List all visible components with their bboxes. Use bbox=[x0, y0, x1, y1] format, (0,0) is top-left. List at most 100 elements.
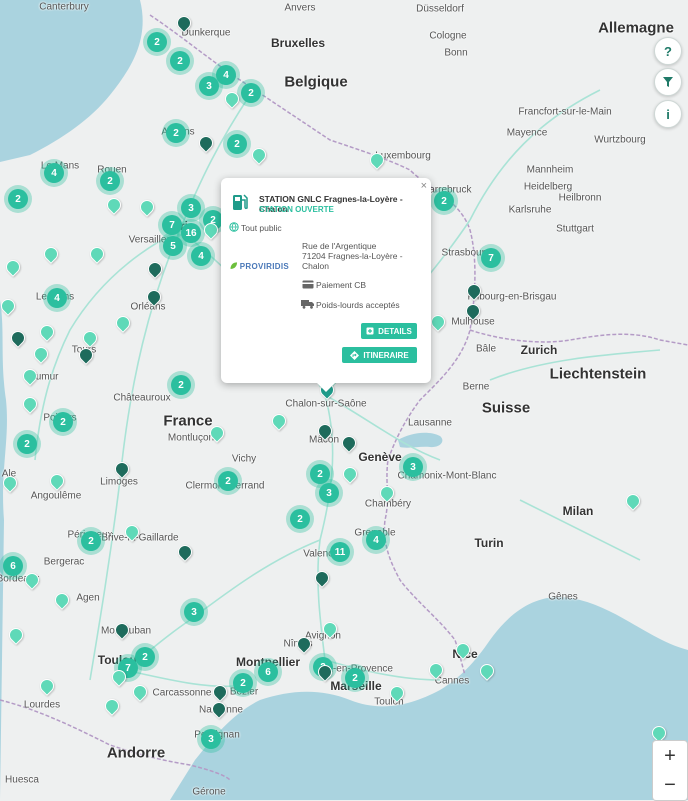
station-cluster[interactable]: 2 bbox=[345, 668, 365, 688]
station-cluster[interactable]: 7 bbox=[162, 215, 182, 235]
place-label: Angoulême bbox=[30, 490, 82, 502]
station-cluster[interactable]: 2 bbox=[170, 51, 190, 71]
place-label: Bergerac bbox=[43, 556, 85, 568]
station-status: STATION OUVERTE bbox=[259, 205, 334, 214]
globe-icon bbox=[229, 222, 239, 232]
filter-icon bbox=[663, 77, 673, 87]
proviridis-logo: PROVIRIDIS bbox=[229, 259, 289, 273]
place-label: Karlsruhe bbox=[508, 204, 552, 216]
station-cluster[interactable]: 2 bbox=[53, 412, 73, 432]
address-line: Rue de l'Argentique bbox=[302, 241, 377, 251]
place-label: Allemagne bbox=[598, 19, 674, 37]
place-label: Brive-la-Gaillarde bbox=[101, 532, 179, 544]
place-label: Mayence bbox=[506, 127, 548, 139]
filter-button[interactable] bbox=[654, 68, 682, 96]
station-cluster[interactable]: 2 bbox=[135, 647, 155, 667]
details-button[interactable]: DETAILS bbox=[361, 323, 417, 339]
station-cluster[interactable]: 3 bbox=[199, 76, 219, 96]
station-cluster[interactable]: 3 bbox=[319, 483, 339, 503]
border-line-swiss bbox=[469, 329, 688, 346]
station-cluster[interactable]: 4 bbox=[47, 288, 67, 308]
place-label: Cannes bbox=[434, 675, 470, 687]
station-cluster[interactable]: 2 bbox=[310, 464, 330, 484]
credit-card-icon bbox=[302, 280, 314, 289]
place-label: Vichy bbox=[231, 453, 257, 465]
place-label: Turin bbox=[474, 536, 504, 550]
address-line: 71204 Fragnes-la-Loyère - bbox=[302, 251, 403, 261]
place-label: Mannheim bbox=[526, 164, 574, 176]
station-cluster[interactable]: 2 bbox=[227, 134, 247, 154]
place-label: Berne bbox=[462, 381, 490, 393]
itinerary-button[interactable]: ITINERAIRE bbox=[342, 347, 417, 363]
place-label: Belgique bbox=[284, 73, 348, 91]
place-label: Agen bbox=[76, 592, 100, 604]
place-label: Châteauroux bbox=[113, 392, 171, 404]
place-label: Francfort-sur-le-Main bbox=[518, 106, 612, 118]
station-cluster[interactable]: 2 bbox=[81, 531, 101, 551]
place-label: Düsseldorf bbox=[416, 3, 464, 15]
place-label: Bruxelles bbox=[270, 36, 326, 50]
access-label: Tout public bbox=[241, 223, 282, 233]
station-cluster[interactable]: 6 bbox=[3, 556, 23, 576]
station-cluster[interactable]: 4 bbox=[44, 163, 64, 183]
station-popup: × STATION GNLC Fragnes-la-Loyère - Chalo… bbox=[221, 178, 431, 392]
place-label: Heilbronn bbox=[558, 192, 602, 204]
station-cluster[interactable]: 7 bbox=[481, 248, 501, 268]
leaf-icon bbox=[230, 262, 238, 269]
station-cluster[interactable]: 4 bbox=[191, 246, 211, 266]
place-label: Heidelberg bbox=[523, 181, 573, 193]
station-cluster[interactable]: 3 bbox=[403, 457, 423, 477]
station-cluster[interactable]: 2 bbox=[17, 434, 37, 454]
station-cluster[interactable]: 16 bbox=[181, 223, 201, 243]
place-label: Lourdes bbox=[23, 699, 61, 711]
address-line: Chalon bbox=[302, 261, 329, 271]
station-cluster[interactable]: 2 bbox=[100, 171, 120, 191]
mediterranean-water bbox=[170, 596, 688, 800]
lake-geneva bbox=[398, 432, 443, 448]
place-label: Gênes bbox=[548, 591, 578, 603]
station-cluster[interactable]: 2 bbox=[241, 83, 261, 103]
station-cluster[interactable]: 3 bbox=[201, 729, 221, 749]
station-cluster[interactable]: 2 bbox=[218, 471, 238, 491]
vehicles-label: Poids-lourds acceptés bbox=[316, 300, 400, 310]
station-cluster[interactable]: 2 bbox=[233, 673, 253, 693]
station-cluster[interactable]: 2 bbox=[434, 191, 454, 211]
station-address: Rue de l'Argentique 71204 Fragnes-la-Loy… bbox=[302, 241, 403, 271]
place-label: Chalon-sur-Saône bbox=[285, 398, 367, 410]
place-label: Suisse bbox=[481, 399, 531, 417]
station-cluster[interactable]: 2 bbox=[166, 123, 186, 143]
place-label: Dunkerque bbox=[181, 27, 231, 39]
station-cluster[interactable]: 6 bbox=[258, 662, 278, 682]
place-label: Carcassonne bbox=[152, 687, 212, 699]
place-label: Lausanne bbox=[408, 417, 452, 429]
place-label: Zurich bbox=[520, 343, 558, 357]
station-cluster[interactable]: 2 bbox=[147, 32, 167, 52]
truck-icon bbox=[301, 300, 314, 309]
zoom-out-button[interactable]: − bbox=[652, 770, 688, 801]
help-button[interactable]: ? bbox=[654, 37, 682, 65]
station-cluster[interactable]: 4 bbox=[216, 65, 236, 85]
station-cluster[interactable]: 4 bbox=[366, 530, 386, 550]
station-cluster[interactable]: 2 bbox=[290, 509, 310, 529]
place-label: Cologne bbox=[429, 30, 467, 42]
place-label: Wurtzbourg bbox=[594, 134, 646, 146]
english-channel-water bbox=[0, 0, 143, 162]
place-label: Stuttgart bbox=[556, 223, 594, 235]
station-cluster[interactable]: 5 bbox=[163, 236, 183, 256]
station-cluster[interactable]: 3 bbox=[184, 602, 204, 622]
place-label: Orléans bbox=[130, 301, 166, 313]
station-cluster[interactable]: 2 bbox=[171, 375, 191, 395]
station-cluster[interactable]: 3 bbox=[181, 198, 201, 218]
zoom-in-button[interactable]: + bbox=[652, 740, 688, 772]
station-cluster[interactable]: 2 bbox=[8, 189, 28, 209]
info-button[interactable]: i bbox=[654, 100, 682, 128]
place-label: Anvers bbox=[284, 2, 316, 14]
place-label: Huesca bbox=[5, 774, 39, 786]
place-label: Limoges bbox=[100, 476, 138, 488]
popup-close-button[interactable]: × bbox=[421, 180, 427, 192]
directions-icon bbox=[350, 350, 360, 360]
place-label: Bâle bbox=[475, 343, 497, 355]
plus-icon bbox=[366, 327, 374, 335]
station-cluster[interactable]: 11 bbox=[330, 542, 350, 562]
place-label: Gérone bbox=[192, 786, 226, 798]
